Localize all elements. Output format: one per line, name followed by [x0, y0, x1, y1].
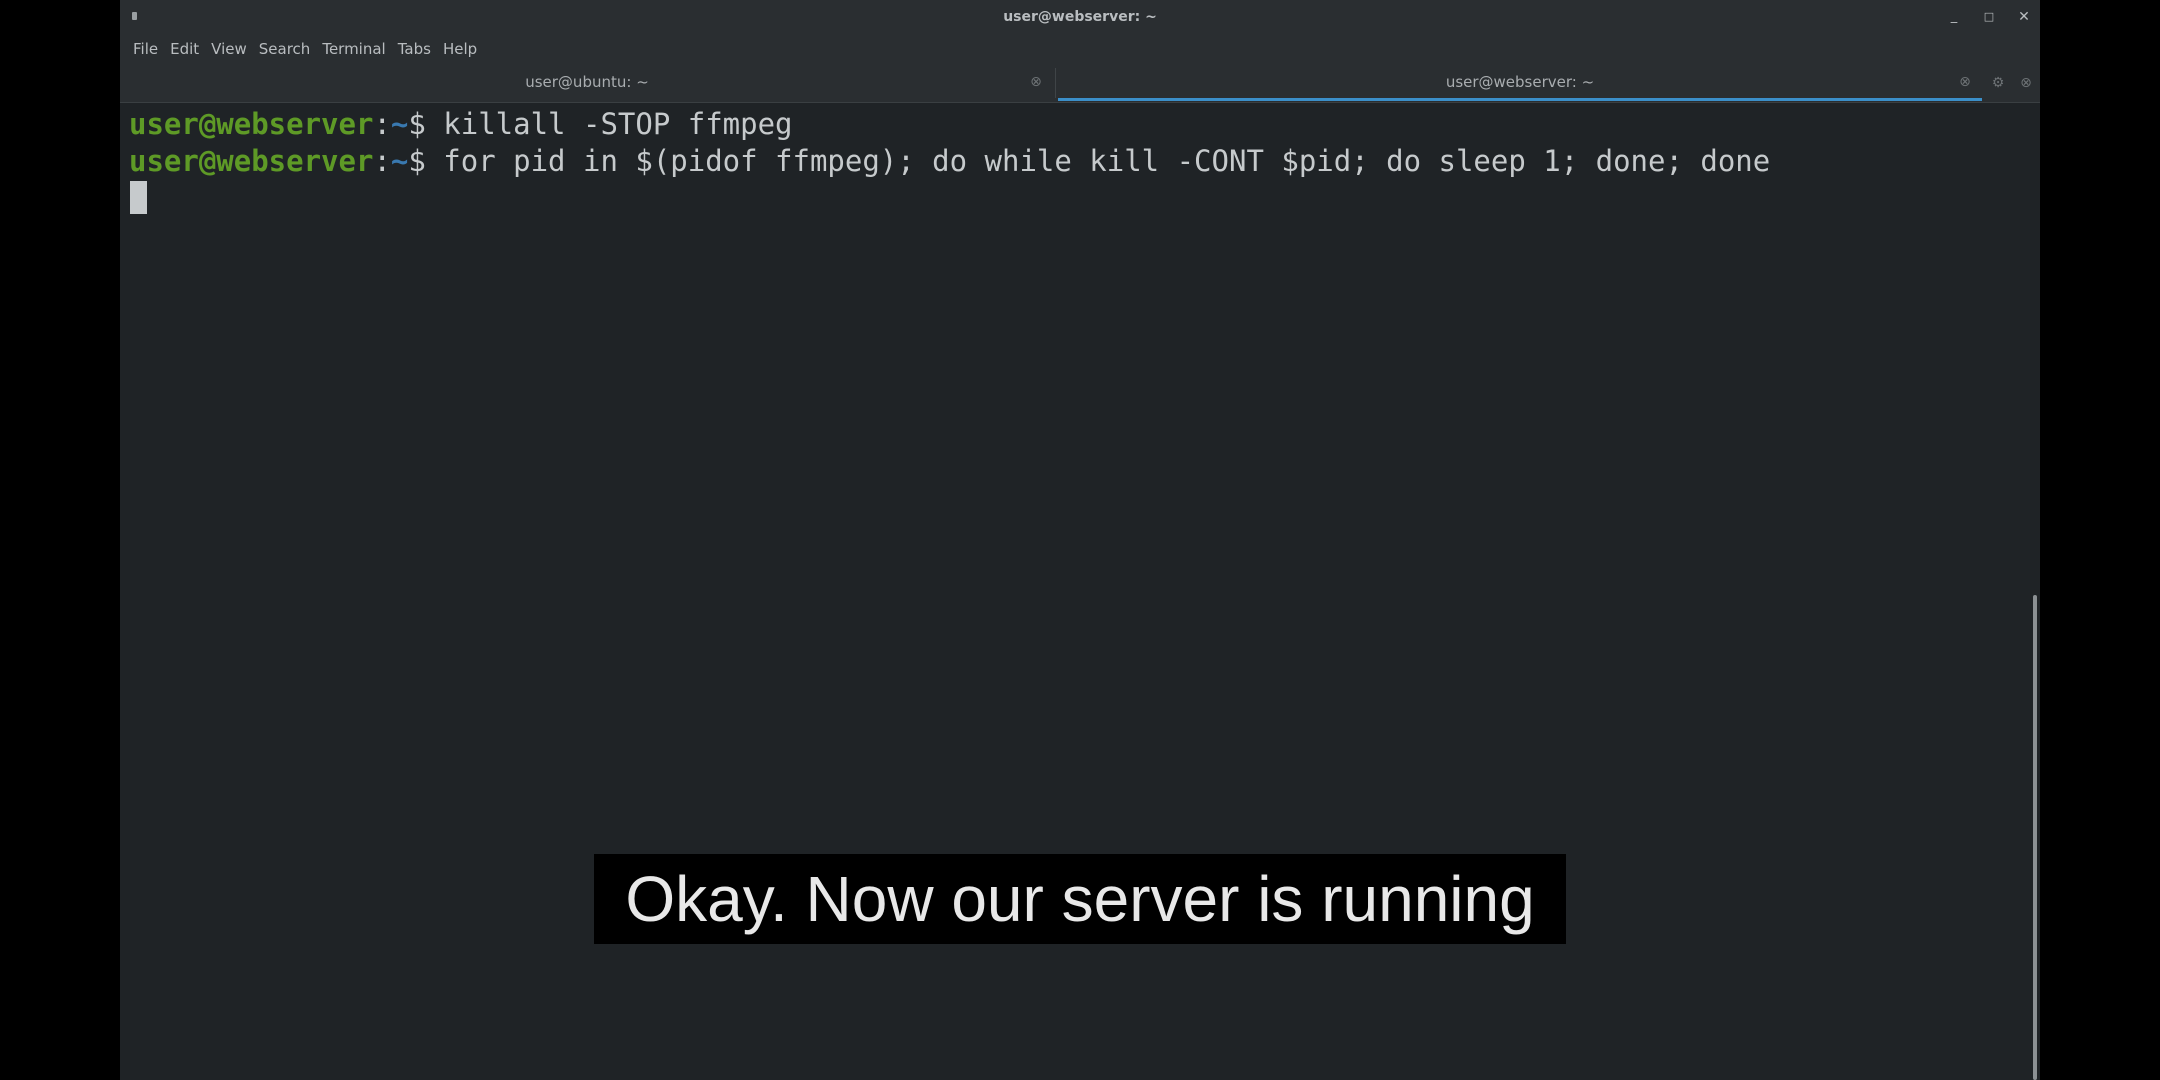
tab-label: user@ubuntu: ~ — [525, 73, 649, 91]
tab-close-icon[interactable]: ⊗ — [1957, 74, 1973, 90]
prompt-user-host: user@webserver — [129, 107, 374, 141]
terminal-cursor — [130, 181, 147, 214]
menu-terminal[interactable]: Terminal — [316, 34, 391, 64]
tab-webserver[interactable]: user@webserver: ~ ⊗ — [1058, 64, 1982, 102]
command-text: for pid in $(pidof ffmpeg); do while kil… — [425, 144, 1771, 178]
title-bar[interactable]: user@webserver: ~ _ □ ✕ — [120, 0, 2040, 34]
menu-view[interactable]: View — [205, 34, 253, 64]
prompt-path: ~ — [390, 107, 409, 141]
subtitle-caption: Okay. Now our server is running — [594, 854, 1566, 944]
menu-tabs[interactable]: Tabs — [392, 34, 437, 64]
prompt-dollar: $ — [408, 144, 426, 178]
close-icon[interactable]: ⊗ — [2018, 75, 2034, 91]
minimize-icon[interactable]: _ — [1942, 6, 1966, 28]
window-title: user@webserver: ~ — [1003, 9, 1157, 25]
maximize-icon[interactable]: □ — [1977, 6, 2001, 28]
tab-label: user@webserver: ~ — [1445, 73, 1595, 91]
command-text: killall -STOP ffmpeg — [425, 107, 793, 141]
tab-divider — [1055, 68, 1056, 98]
scrollbar[interactable] — [2033, 595, 2037, 1080]
active-tab-indicator — [1058, 98, 1982, 101]
tab-ubuntu[interactable]: user@ubuntu: ~ ⊗ — [120, 64, 1054, 102]
gear-icon[interactable]: ⚙ — [1990, 75, 2006, 91]
prompt-user-host: user@webserver — [129, 144, 374, 178]
prompt-dollar: $ — [408, 107, 426, 141]
menu-help[interactable]: Help — [437, 34, 483, 64]
prompt-path: ~ — [390, 144, 409, 178]
prompt-colon: : — [373, 107, 391, 141]
close-icon[interactable]: ✕ — [2012, 6, 2036, 28]
menu-search[interactable]: Search — [253, 34, 317, 64]
terminal-line: user@webserver:~$ for pid in $(pidof ffm… — [129, 143, 1770, 180]
terminal-line: user@webserver:~$ killall -STOP ffmpeg — [129, 106, 793, 143]
tab-close-icon[interactable]: ⊗ — [1028, 74, 1044, 90]
menu-bar: File Edit View Search Terminal Tabs Help — [120, 34, 2040, 64]
menu-edit[interactable]: Edit — [164, 34, 205, 64]
tab-bar: user@ubuntu: ~ ⊗ user@webserver: ~ ⊗ ⚙ ⊗ — [120, 64, 2040, 103]
prompt-colon: : — [373, 144, 391, 178]
menu-file[interactable]: File — [127, 34, 164, 64]
subtitle-text: Okay. Now our server is running — [625, 863, 1535, 935]
